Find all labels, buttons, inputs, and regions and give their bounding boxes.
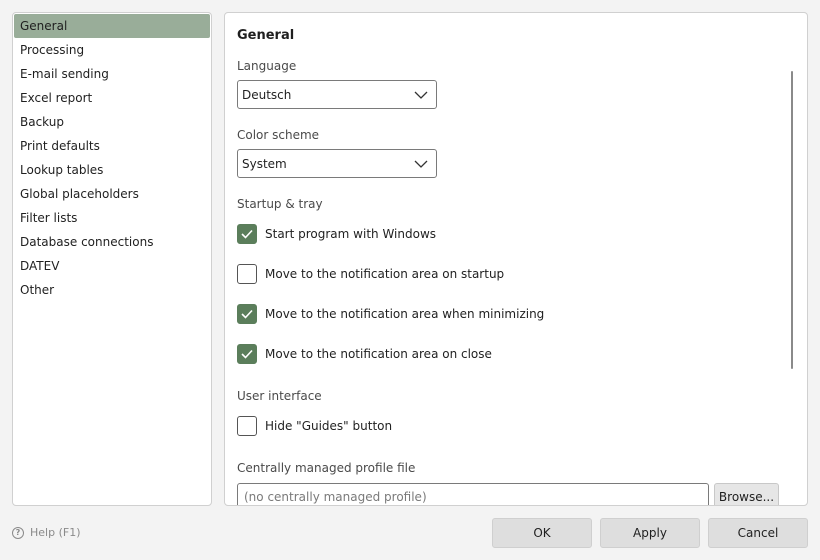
chevron-down-icon [414, 91, 428, 99]
checkmark-icon [241, 309, 253, 319]
hide-guides-option[interactable]: Hide "Guides" button [237, 416, 392, 436]
help-link[interactable]: ? Help (F1) [12, 526, 80, 539]
settings-panel: General Language Deutsch Color scheme Sy… [224, 12, 808, 506]
sidebar-item-print-defaults[interactable]: Print defaults [14, 134, 210, 158]
sidebar-item-database-connections[interactable]: Database connections [14, 230, 210, 254]
tray-on-minimize-label: Move to the notification area when minim… [265, 307, 545, 321]
ok-button[interactable]: OK [492, 518, 592, 548]
hide-guides-label: Hide "Guides" button [265, 419, 393, 433]
checkmark-icon [241, 349, 253, 359]
sidebar-item-filter-lists[interactable]: Filter lists [14, 206, 210, 230]
tray-on-startup-label: Move to the notification area on startup [265, 267, 505, 281]
sidebar-item-general[interactable]: General [14, 14, 210, 38]
profile-file-label: Centrally managed profile file [237, 461, 416, 475]
help-label: Help (F1) [30, 526, 81, 539]
color-scheme-select[interactable]: System [237, 149, 437, 178]
language-label: Language [237, 59, 297, 73]
language-select[interactable]: Deutsch [237, 80, 437, 109]
user-interface-label: User interface [237, 389, 322, 403]
tray-on-startup-option[interactable]: Move to the notification area on startup [237, 264, 504, 284]
tray-on-close-option[interactable]: Move to the notification area on close [237, 344, 492, 364]
hide-guides-checkbox[interactable] [237, 416, 257, 436]
tray-on-minimize-checkbox[interactable] [237, 304, 257, 324]
color-scheme-label: Color scheme [237, 128, 320, 142]
color-scheme-select-value: System [242, 156, 287, 171]
startup-tray-label: Startup & tray [237, 197, 323, 211]
sidebar-item-datev[interactable]: DATEV [14, 254, 210, 278]
scrollbar[interactable] [791, 71, 793, 369]
checkmark-icon [241, 229, 253, 239]
start-with-windows-option[interactable]: Start program with Windows [237, 224, 436, 244]
sidebar-item-lookup-tables[interactable]: Lookup tables [14, 158, 210, 182]
profile-file-input[interactable]: (no centrally managed profile) [237, 483, 709, 505]
browse-button[interactable]: Browse... [714, 483, 779, 505]
tray-on-startup-checkbox[interactable] [237, 264, 257, 284]
start-with-windows-label: Start program with Windows [265, 227, 437, 241]
tray-on-close-checkbox[interactable] [237, 344, 257, 364]
settings-sidebar: General Processing E-mail sending Excel … [12, 12, 212, 506]
start-with-windows-checkbox[interactable] [237, 224, 257, 244]
help-icon: ? [12, 526, 24, 539]
sidebar-item-processing[interactable]: Processing [14, 38, 210, 62]
sidebar-item-other[interactable]: Other [14, 278, 210, 302]
language-select-value: Deutsch [242, 87, 292, 102]
tray-on-close-label: Move to the notification area on close [265, 347, 492, 361]
apply-button[interactable]: Apply [600, 518, 700, 548]
sidebar-item-email-sending[interactable]: E-mail sending [14, 62, 210, 86]
sidebar-item-backup[interactable]: Backup [14, 110, 210, 134]
sidebar-item-global-placeholders[interactable]: Global placeholders [14, 182, 210, 206]
tray-on-minimize-option[interactable]: Move to the notification area when minim… [237, 304, 544, 324]
page-title: General [237, 28, 295, 43]
chevron-down-icon [414, 160, 428, 168]
sidebar-item-excel-report[interactable]: Excel report [14, 86, 210, 110]
cancel-button[interactable]: Cancel [708, 518, 808, 548]
